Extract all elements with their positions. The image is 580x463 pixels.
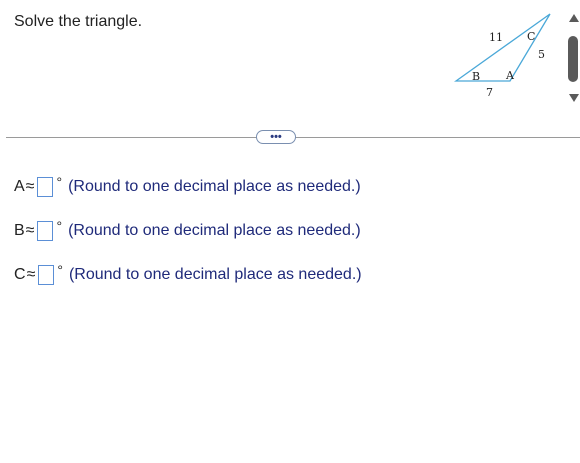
vertex-label-c: C (527, 30, 535, 43)
answer-row-c: C ≈ ° (Round to one decimal place as nee… (14, 262, 362, 286)
side-label-top: 11 (489, 31, 503, 44)
figure-scrollbar[interactable] (566, 14, 580, 104)
rounding-hint: (Round to one decimal place as needed.) (68, 222, 361, 239)
vertex-label-a: A (505, 69, 515, 82)
triangle-figure: 11 C 5 B A 7 (453, 13, 551, 99)
rounding-hint: (Round to one decimal place as needed.) (68, 178, 361, 195)
problem-page: Solve the triangle. 11 C 5 B A 7 ••• A ≈… (0, 0, 580, 463)
answer-row-b: B ≈ ° (Round to one decimal place as nee… (14, 218, 361, 242)
approx-symbol: ≈ (25, 178, 35, 195)
scrollbar-thumb[interactable] (568, 36, 578, 82)
approx-symbol: ≈ (26, 266, 36, 283)
degree-symbol: ° (56, 218, 63, 234)
scroll-down-arrow-icon[interactable] (569, 94, 579, 102)
answer-row-a: A ≈ ° (Round to one decimal place as nee… (14, 174, 361, 198)
angle-b-input[interactable] (37, 221, 54, 241)
rounding-hint: (Round to one decimal place as needed.) (68, 266, 362, 283)
angle-label-c: C (14, 266, 26, 283)
angle-c-input[interactable] (38, 265, 55, 285)
angle-a-input[interactable] (37, 177, 54, 197)
angle-label-b: B (14, 222, 25, 239)
vertex-label-b: B (472, 70, 480, 83)
scroll-up-arrow-icon[interactable] (569, 14, 579, 22)
degree-symbol: ° (56, 174, 63, 190)
side-label-bottom: 7 (486, 86, 493, 99)
problem-prompt: Solve the triangle. (14, 13, 143, 30)
approx-symbol: ≈ (25, 222, 35, 239)
expand-more-button[interactable]: ••• (256, 130, 296, 144)
triangle-outline (453, 13, 551, 82)
degree-symbol: ° (57, 262, 63, 278)
angle-label-a: A (14, 178, 25, 195)
side-label-right: 5 (538, 48, 545, 61)
